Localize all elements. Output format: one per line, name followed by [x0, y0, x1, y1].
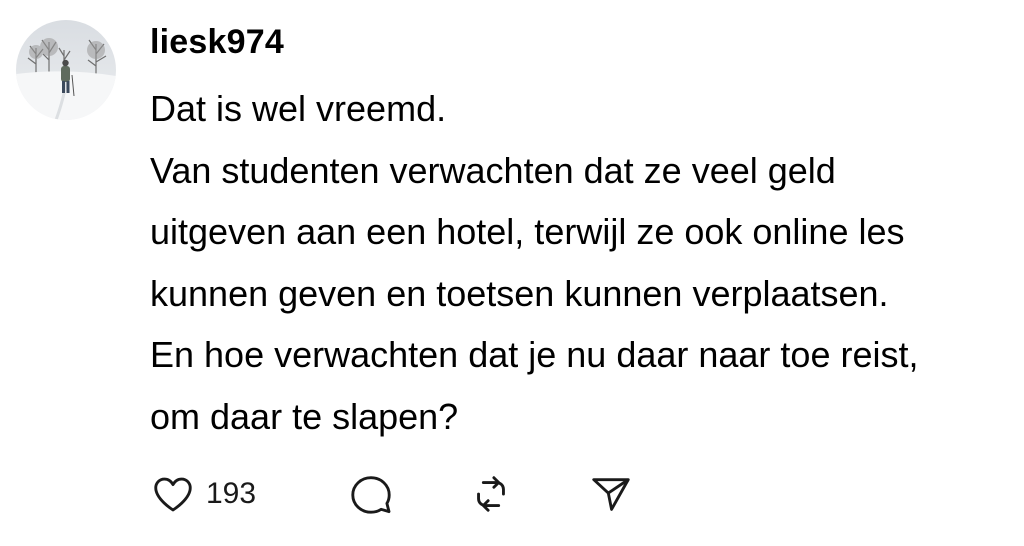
repost-icon — [477, 476, 505, 512]
repost-button[interactable] — [468, 466, 514, 522]
reply-button[interactable] — [348, 466, 394, 522]
post-text-line: Van studenten verwachten dat ze veel gel… — [150, 149, 836, 191]
post-text: Dat is wel vreemd. Van studenten verwach… — [150, 78, 1010, 447]
avatar[interactable] — [16, 20, 116, 120]
comment-bubble-icon — [351, 476, 391, 514]
send-icon — [592, 478, 630, 511]
share-button[interactable] — [588, 466, 634, 522]
post-text-line: om daar te slapen? — [150, 395, 459, 437]
post-text-line: kunnen geven en toetsen kunnen verplaats… — [150, 272, 889, 314]
post-text-line: En hoe verwachten dat je nu daar naar to… — [150, 334, 919, 375]
heart-icon — [154, 477, 192, 512]
like-count: 193 — [206, 477, 257, 510]
avatar-photo — [16, 20, 116, 120]
post-text-line: Dat is wel vreemd. — [150, 88, 447, 129]
like-button[interactable]: 193 — [150, 466, 256, 522]
post-text-line: uitgeven aan een hotel, terwijl ze ook o… — [150, 211, 905, 252]
post-author-username[interactable]: liesk974 — [150, 20, 284, 64]
